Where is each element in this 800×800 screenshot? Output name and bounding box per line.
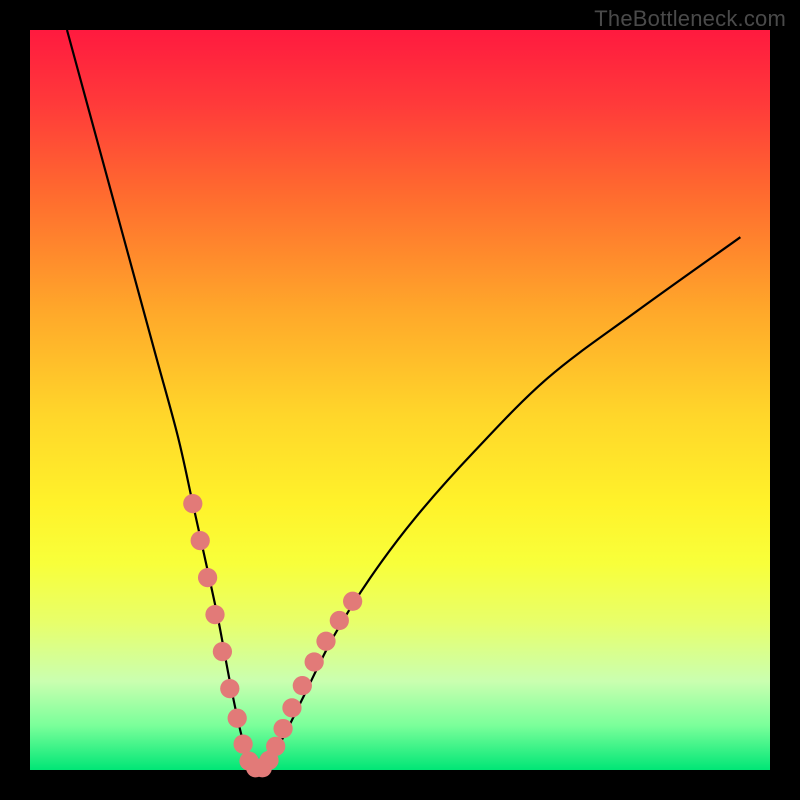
marker-dot bbox=[305, 652, 324, 671]
marker-dot bbox=[293, 676, 312, 695]
marker-dot bbox=[198, 568, 217, 587]
marker-dot bbox=[266, 737, 285, 756]
plot-area bbox=[30, 30, 770, 770]
bottleneck-curve bbox=[67, 30, 740, 774]
marker-dot bbox=[343, 592, 362, 611]
marker-dot bbox=[234, 734, 253, 753]
marker-dot bbox=[316, 632, 335, 651]
marker-dot bbox=[273, 719, 292, 738]
watermark-text: TheBottleneck.com bbox=[594, 6, 786, 32]
marker-dot bbox=[220, 679, 239, 698]
marker-dot bbox=[205, 605, 224, 624]
marker-dot bbox=[282, 698, 301, 717]
chart-frame: TheBottleneck.com bbox=[0, 0, 800, 800]
marker-dot bbox=[191, 531, 210, 550]
marker-dot bbox=[228, 709, 247, 728]
chart-svg bbox=[30, 30, 770, 770]
marker-group bbox=[183, 494, 362, 777]
marker-dot bbox=[183, 494, 202, 513]
marker-dot bbox=[330, 611, 349, 630]
marker-dot bbox=[213, 642, 232, 661]
